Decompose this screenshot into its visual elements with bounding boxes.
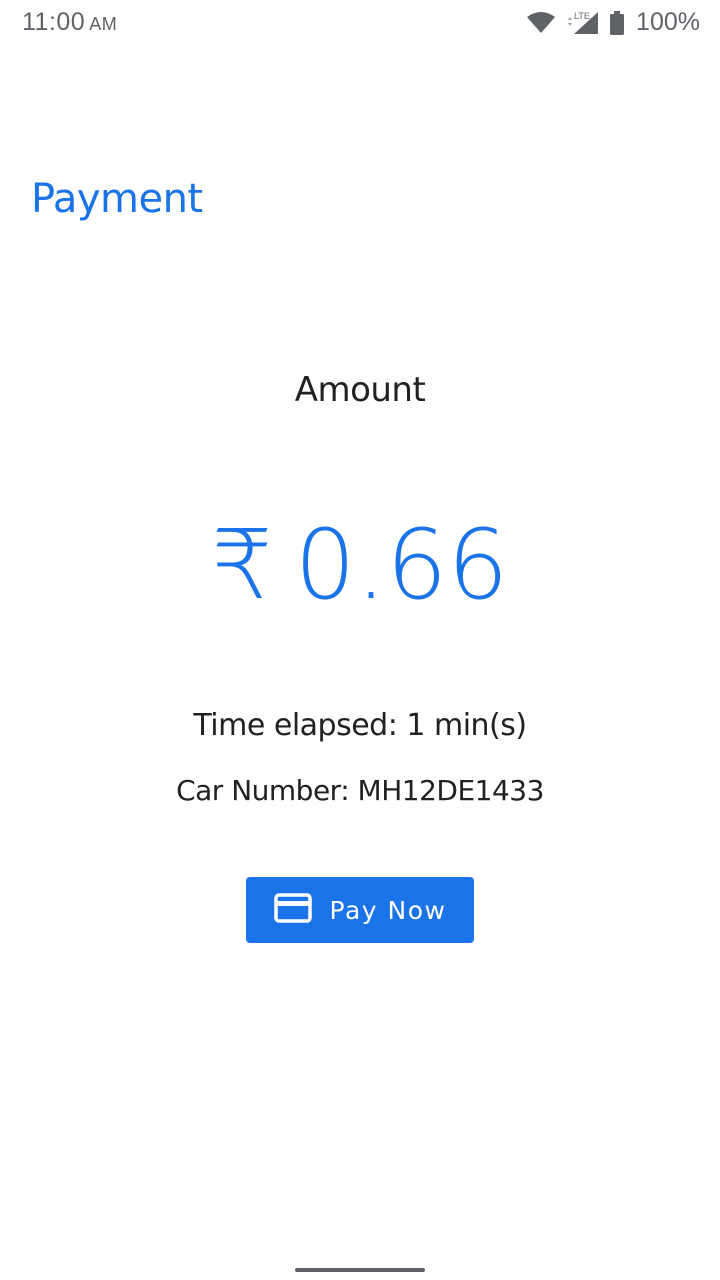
clock-time: 11:00	[22, 8, 86, 36]
home-indicator[interactable]	[295, 1268, 425, 1272]
network-type-label: LTE	[574, 11, 590, 21]
amount-value: ₹0.66	[0, 505, 720, 625]
car-number-text: Car Number: MH12DE1433	[176, 774, 544, 807]
wifi-icon	[526, 11, 556, 35]
amount-number: 0.66	[294, 509, 509, 621]
credit-card-icon	[273, 892, 312, 928]
pay-now-label: Pay Now	[329, 895, 447, 925]
clock-ampm: AM	[89, 14, 118, 34]
status-bar: 11:00 AM LTE 100%	[0, 0, 720, 48]
status-icons: LTE 100%	[526, 8, 700, 37]
currency-symbol: ₹	[211, 509, 273, 621]
page-title: Payment	[31, 176, 203, 222]
cell-signal-icon: LTE	[566, 10, 600, 36]
amount-label: Amount	[294, 370, 426, 410]
status-time: 11:00 AM	[22, 8, 117, 37]
battery-icon	[610, 10, 625, 35]
battery-percent: 100%	[636, 8, 700, 36]
pay-now-button[interactable]: Pay Now	[246, 877, 474, 943]
time-elapsed-text: Time elapsed: 1 min(s)	[193, 708, 527, 743]
